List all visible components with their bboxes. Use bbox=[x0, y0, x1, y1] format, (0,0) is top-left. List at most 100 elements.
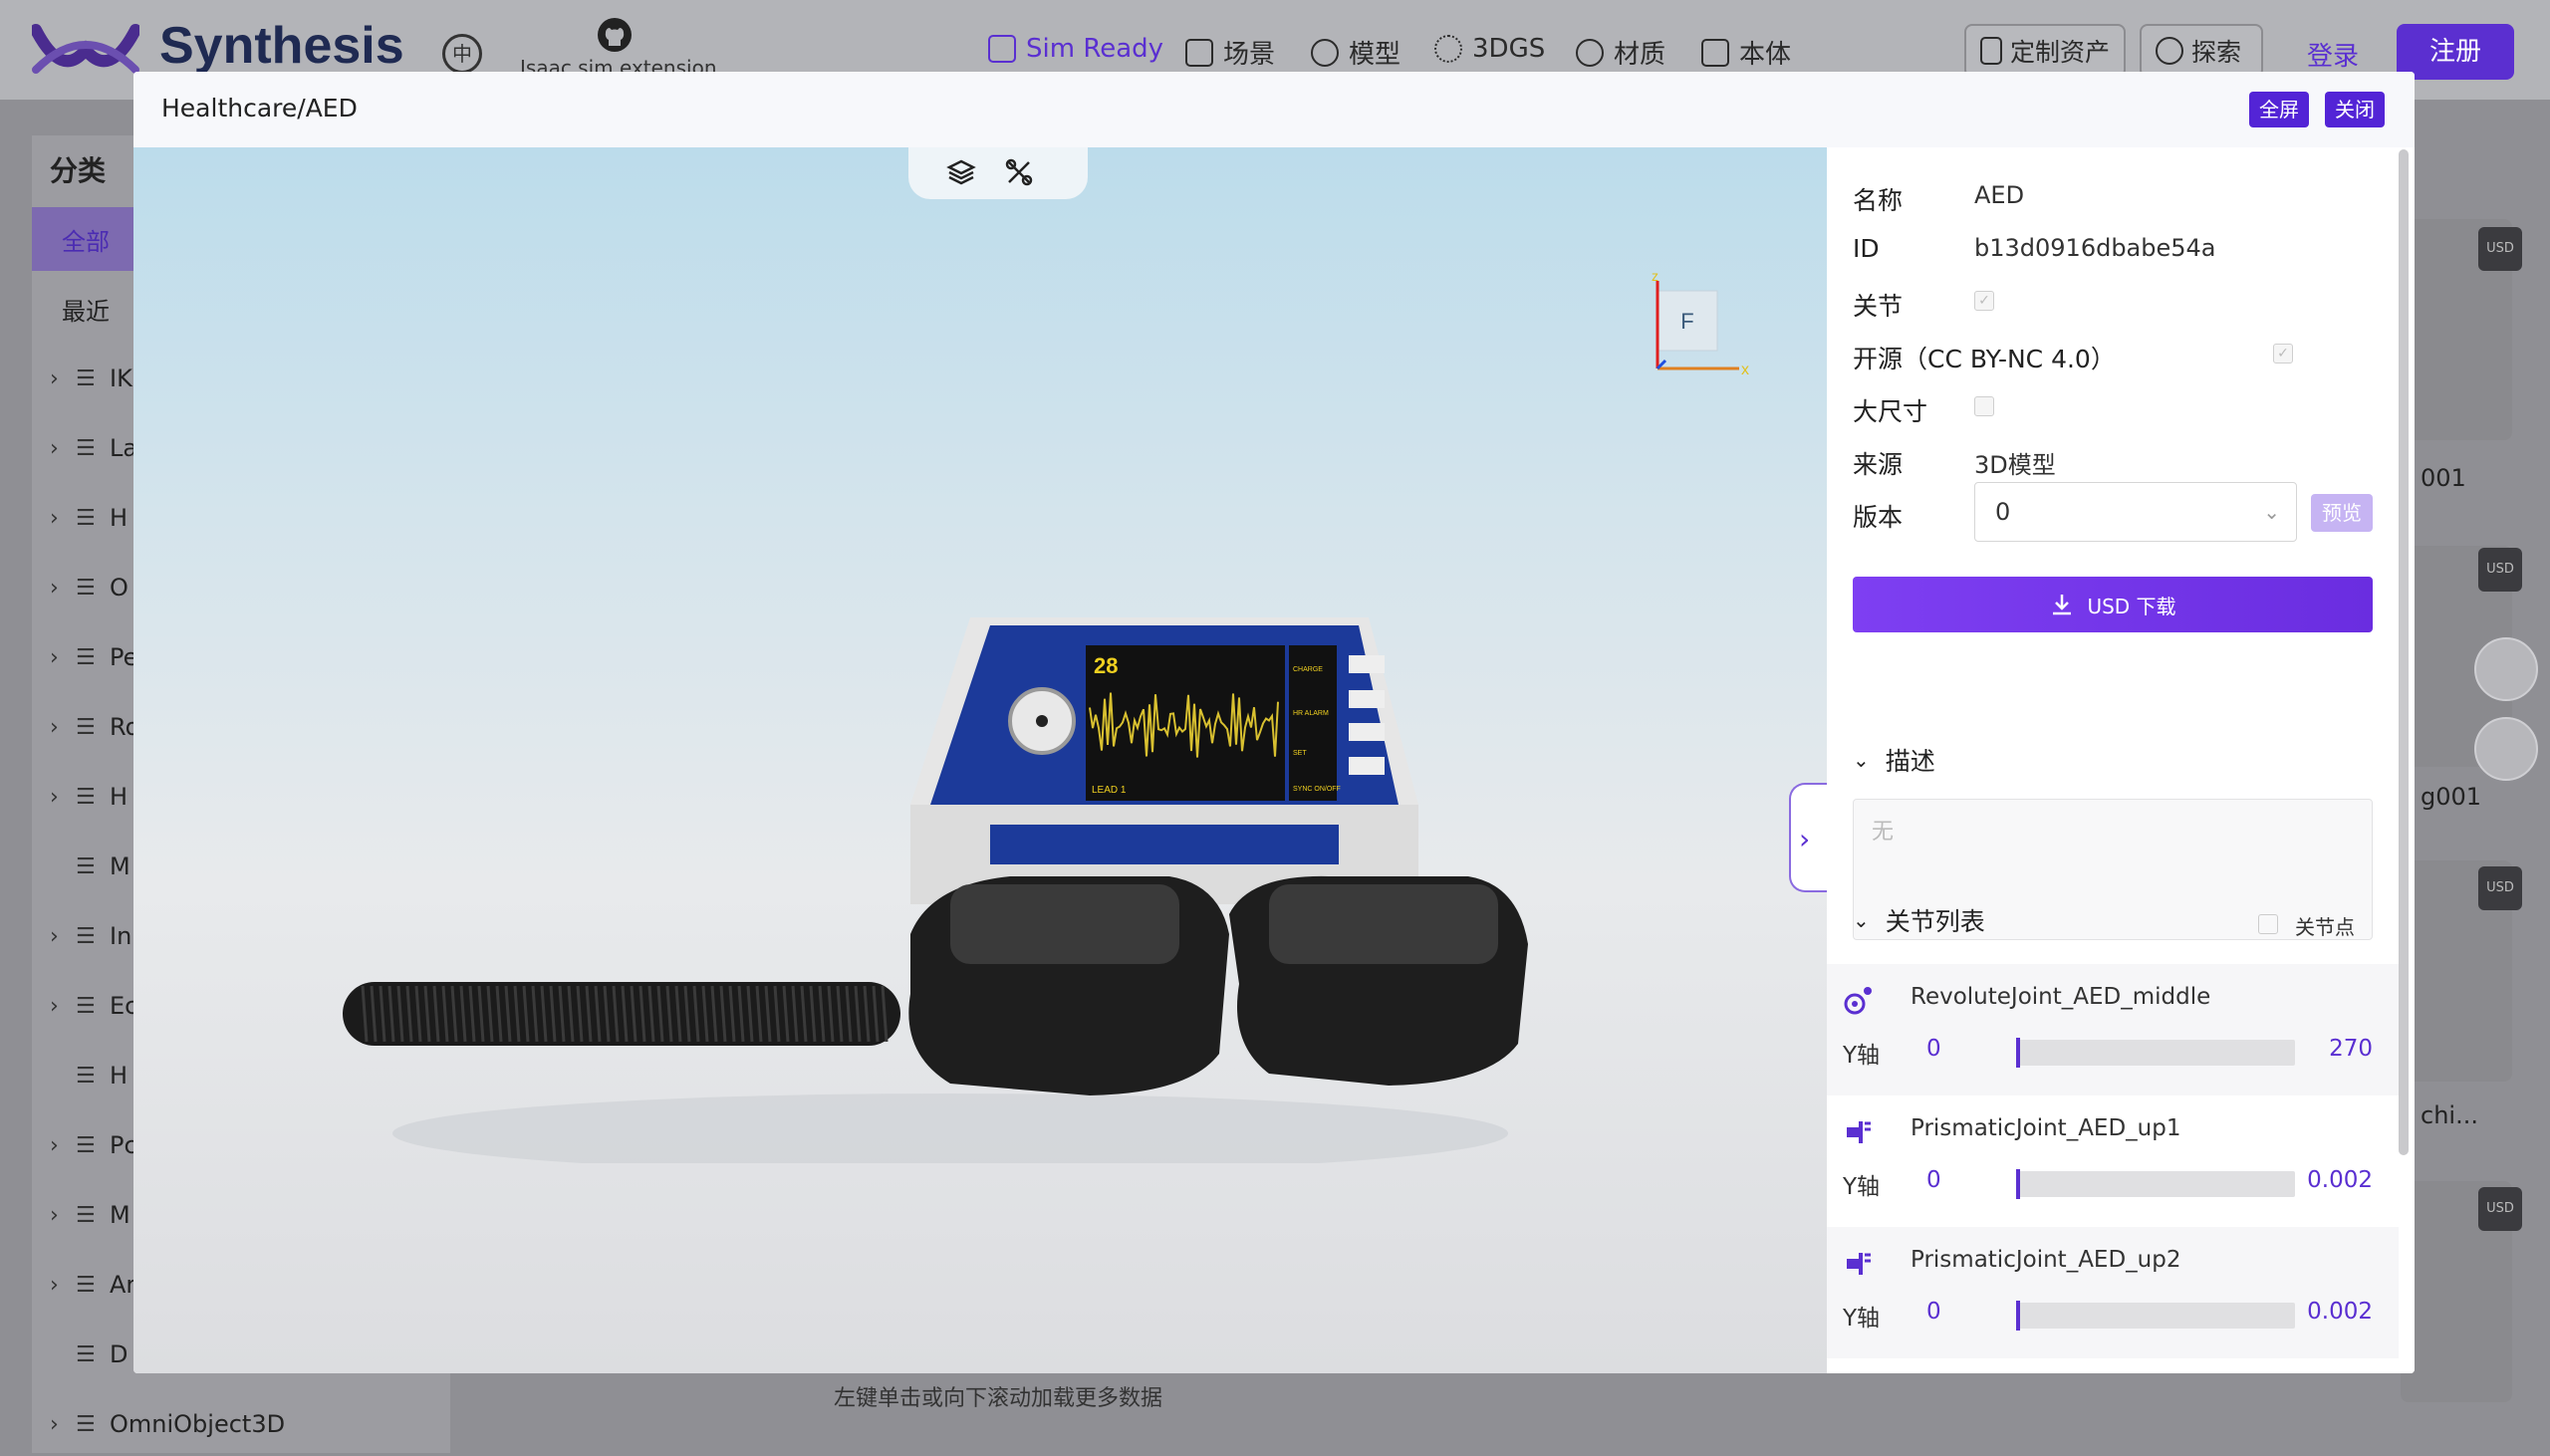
chevron-right-icon[interactable]: › bbox=[50, 576, 76, 601]
nav-label: 材质 bbox=[1614, 40, 1666, 70]
asset-card-label: 001 bbox=[2421, 464, 2466, 492]
list-icon: ☰ bbox=[76, 365, 96, 391]
joint-max-value: 0.002 bbox=[2307, 1299, 2373, 1325]
id-label: ID bbox=[1853, 234, 1880, 263]
joint-slider[interactable] bbox=[2016, 1038, 2295, 1068]
joint-checkbox: ✓ bbox=[1974, 291, 1994, 311]
axis-right-label: x bbox=[1741, 362, 1749, 378]
version-select[interactable]: 0 ⌄ bbox=[1974, 482, 2297, 542]
large-size-checkbox bbox=[1974, 396, 1994, 416]
joint-min-value: 0 bbox=[1926, 1036, 1941, 1062]
axis-gizmo[interactable]: F z x bbox=[1648, 271, 1757, 380]
nav-model[interactable]: 模型 bbox=[1311, 34, 1401, 71]
login-link[interactable]: 登录 bbox=[2307, 36, 2359, 73]
coiled-cable bbox=[343, 982, 900, 1046]
chevron-down-icon: ⌄ bbox=[2263, 500, 2280, 524]
list-icon: ☰ bbox=[76, 1411, 96, 1437]
joint-points-checkbox[interactable] bbox=[2258, 914, 2278, 934]
floating-translate-button[interactable] bbox=[2474, 717, 2538, 781]
nav-label: 本体 bbox=[1739, 40, 1792, 70]
slider-thumb[interactable] bbox=[2016, 1301, 2020, 1331]
joint-slider[interactable] bbox=[2016, 1301, 2295, 1331]
asset-card-label: g001 bbox=[2421, 783, 2482, 811]
slider-thumb[interactable] bbox=[2016, 1169, 2020, 1199]
chevron-right-icon[interactable]: › bbox=[50, 645, 76, 670]
list-icon: ☰ bbox=[76, 1272, 96, 1298]
tools-icon[interactable] bbox=[1004, 157, 1034, 187]
list-icon: ☰ bbox=[76, 853, 96, 879]
3dgs-icon bbox=[1434, 35, 1462, 63]
nav-scene[interactable]: 场景 bbox=[1185, 34, 1275, 71]
joint-row: RevoluteJoint_AED_middle Y轴 0 270 bbox=[1827, 964, 2399, 1095]
chevron-right-icon[interactable]: › bbox=[50, 1133, 76, 1158]
usd-download-button[interactable]: USD 下载 bbox=[1853, 577, 2373, 632]
sidebar-item-label: D bbox=[110, 1340, 128, 1368]
preview-button[interactable]: 预览 bbox=[2311, 494, 2373, 532]
chevron-down-icon: ⌄ bbox=[1853, 748, 1870, 772]
sidebar-item[interactable]: › ☰ OmniObject3D bbox=[32, 1392, 450, 1456]
nav-material[interactable]: 材质 bbox=[1576, 34, 1665, 71]
panel-collapse-tab[interactable]: › bbox=[1789, 783, 1827, 892]
joint-points-label: 关节点 bbox=[2295, 915, 2355, 939]
nav-label: 3DGS bbox=[1472, 34, 1546, 64]
floating-apps-button[interactable] bbox=[2474, 637, 2538, 701]
joint-row: PrismaticJoint_AED_up2 Y轴 0 0.002 bbox=[1827, 1227, 2399, 1358]
description-section-header[interactable]: ⌄ 描述 bbox=[1853, 742, 1935, 778]
joint-max-value: 0.002 bbox=[2307, 1167, 2373, 1193]
chevron-right-icon[interactable]: › bbox=[50, 436, 76, 461]
asset-detail-modal: Healthcare/AED 全屏 关闭 F z x 28 LEAD 1 CHA… bbox=[133, 72, 2415, 1373]
chevron-right-icon[interactable]: › bbox=[50, 1412, 76, 1437]
chevron-right-icon[interactable]: › bbox=[50, 1273, 76, 1298]
chevron-right-icon[interactable]: › bbox=[50, 366, 76, 391]
name-label: 名称 bbox=[1853, 186, 1904, 215]
chevron-right-icon[interactable]: › bbox=[50, 924, 76, 949]
list-icon: ☰ bbox=[76, 644, 96, 670]
joint-slider[interactable] bbox=[2016, 1169, 2295, 1199]
layers-icon[interactable] bbox=[946, 157, 976, 187]
chevron-down-icon: ⌄ bbox=[1853, 908, 1870, 932]
id-value: b13d0916dbabe54a bbox=[1974, 234, 2216, 262]
modal-header: Healthcare/AED 全屏 关闭 bbox=[133, 72, 2415, 147]
asset-grid-right-edge: USD 001 USD g001 USD chi... USD bbox=[2401, 135, 2550, 1453]
screen-button-label: CHARGE bbox=[1293, 666, 1323, 673]
axis-up-label: z bbox=[1652, 271, 1658, 284]
sim-icon bbox=[988, 35, 1016, 63]
joint-list-title: 关节列表 bbox=[1885, 907, 1985, 936]
load-more-hint[interactable]: 左键单击或向下滚动加载更多数据 bbox=[450, 1380, 1546, 1412]
sidebar-item-label: IK bbox=[110, 364, 132, 392]
explore-label: 探索 bbox=[2191, 38, 2242, 67]
custom-assets-button[interactable]: 定制资产 bbox=[1964, 24, 2126, 78]
nav-sim-ready[interactable]: Sim Ready bbox=[988, 34, 1163, 64]
nav-robot[interactable]: 本体 bbox=[1701, 34, 1791, 71]
panel-scrollbar[interactable] bbox=[2399, 149, 2409, 1155]
chevron-right-icon[interactable]: › bbox=[50, 785, 76, 810]
sidebar-item-label: O bbox=[110, 574, 128, 602]
large-size-label: 大尺寸 bbox=[1853, 397, 1928, 426]
nav-label: Sim Ready bbox=[1026, 34, 1164, 64]
list-icon: ☰ bbox=[76, 575, 96, 601]
source-label: 来源 bbox=[1853, 450, 1904, 479]
3d-viewport[interactable]: F z x 28 LEAD 1 CHARGE HR ALARM SET SYNC… bbox=[133, 147, 1827, 1373]
download-label: USD 下载 bbox=[2087, 594, 2176, 618]
joint-min-value: 0 bbox=[1926, 1167, 1941, 1193]
chevron-right-icon[interactable]: › bbox=[50, 1203, 76, 1228]
language-toggle-button[interactable]: 中 bbox=[442, 34, 482, 74]
joint-list-section-header[interactable]: ⌄ 关节列表 bbox=[1853, 902, 1985, 938]
slider-thumb[interactable] bbox=[2016, 1038, 2020, 1068]
chevron-right-icon[interactable]: › bbox=[50, 994, 76, 1019]
github-icon[interactable] bbox=[596, 16, 634, 54]
chevron-right-icon[interactable]: › bbox=[50, 506, 76, 531]
list-icon: ☰ bbox=[76, 1063, 96, 1089]
explore-button[interactable]: 探索 bbox=[2140, 24, 2263, 78]
brand-name[interactable]: Synthesis bbox=[159, 16, 404, 76]
version-value: 0 bbox=[1995, 498, 2011, 526]
chevron-right-icon[interactable]: › bbox=[50, 715, 76, 740]
scene-icon bbox=[1185, 38, 1213, 67]
nav-label: 场景 bbox=[1223, 40, 1276, 70]
synthesis-logo-icon[interactable] bbox=[32, 20, 139, 80]
close-button[interactable]: 关闭 bbox=[2325, 92, 2385, 127]
fullscreen-button[interactable]: 全屏 bbox=[2249, 92, 2309, 127]
description-placeholder: 无 bbox=[1872, 820, 1895, 845]
nav-3dgs[interactable]: 3DGS bbox=[1434, 34, 1545, 64]
sidebar-item-label: H bbox=[110, 1062, 128, 1090]
